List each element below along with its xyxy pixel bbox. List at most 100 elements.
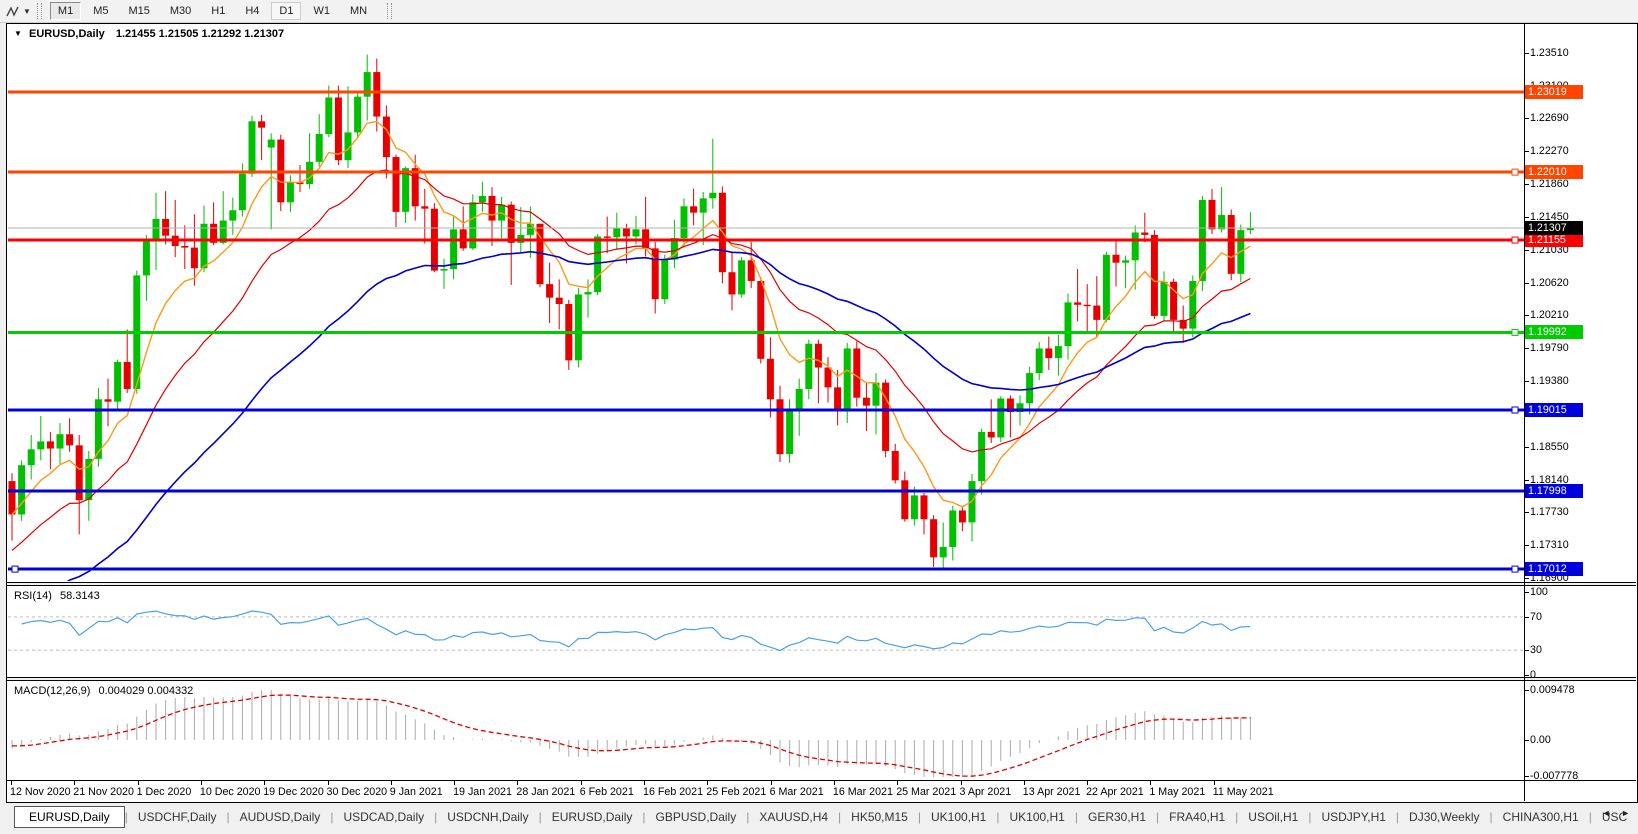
- toolbar-grip[interactable]: [37, 3, 42, 19]
- timeframe-M1[interactable]: M1: [50, 2, 81, 20]
- tab-scroll-right-icon[interactable]: ►: [1621, 808, 1634, 818]
- price-tick: 1.20620: [1530, 276, 1569, 290]
- tab-eurusd-daily-0[interactable]: EURUSD,Daily: [14, 806, 125, 828]
- price-tick-mark: [1524, 315, 1529, 316]
- price-tick-mark: [1524, 381, 1529, 382]
- tab-dj30-weekly-15[interactable]: DJ30,Weekly: [1399, 807, 1489, 827]
- date-label: 16 Feb 2021: [643, 786, 703, 798]
- price-tick-mark: [1524, 184, 1529, 185]
- timeframe-D1[interactable]: D1: [271, 2, 301, 20]
- date-label: 6 Mar 2021: [770, 786, 824, 798]
- tab-fra40-h1-12[interactable]: FRA40,H1: [1159, 807, 1235, 827]
- cursor-tool-icon[interactable]: [5, 4, 20, 19]
- price-tick: 1.17730: [1530, 505, 1569, 519]
- date-label: 25 Mar 2021: [896, 786, 956, 798]
- date-tick-mark: [264, 781, 265, 785]
- macd-canvas[interactable]: [8, 681, 1524, 779]
- date-label: 12 Nov 2020: [10, 786, 71, 798]
- macd-label: MACD(12,26,9): [14, 685, 90, 697]
- date-tick-mark: [897, 781, 898, 785]
- date-label: 22 Apr 2021: [1086, 786, 1144, 798]
- timeframe-W1[interactable]: W1: [305, 2, 338, 20]
- date-label: 21 Nov 2020: [73, 786, 134, 798]
- current-price-label: 1.21307: [1525, 221, 1583, 235]
- date-label: 6 Feb 2021: [580, 786, 634, 798]
- macd-bottom-border: [7, 780, 1636, 781]
- date-label: 19 Jan 2021: [453, 786, 512, 798]
- date-tick-mark: [201, 781, 202, 785]
- macd-tick: 0.00: [1530, 733, 1551, 747]
- chart-title-symbol: EURUSD,Daily: [29, 28, 105, 40]
- price-tick-mark: [1524, 512, 1529, 513]
- macd-tick: -0.007778: [1530, 769, 1578, 783]
- price-line-label: 1.22010: [1525, 165, 1583, 179]
- date-label: 16 Mar 2021: [833, 786, 893, 798]
- date-tick-mark: [834, 781, 835, 785]
- tab-uk100-h1-10[interactable]: UK100,H1: [999, 807, 1074, 827]
- date-tick-mark: [1214, 781, 1215, 785]
- price-tick-mark: [1524, 53, 1529, 54]
- date-tick-mark: [1024, 781, 1025, 785]
- price-tick-mark: [1524, 217, 1529, 218]
- tab-usoil-h1-13[interactable]: USOil,H1: [1238, 807, 1308, 827]
- rsi-tick: 70: [1530, 610, 1542, 624]
- tab-scroll-left-icon[interactable]: ◄: [1602, 808, 1615, 818]
- tab-ger30-h1-11[interactable]: GER30,H1: [1078, 807, 1156, 827]
- timeframe-H4[interactable]: H4: [237, 2, 267, 20]
- timeframe-H1[interactable]: H1: [203, 2, 233, 20]
- date-tick-mark: [644, 781, 645, 785]
- chart-title-ohlc: 1.21455 1.21505 1.21292 1.21307: [116, 28, 284, 40]
- rsi-value: 58.3143: [60, 590, 100, 602]
- rsi-tick: 0: [1530, 668, 1536, 682]
- rsi-tick-mark: [1524, 592, 1529, 593]
- cursor-tool-dropdown-icon[interactable]: ▼: [23, 7, 31, 16]
- tab-china300-h1-16[interactable]: CHINA300,H1: [1493, 807, 1589, 827]
- rsi-tick-mark: [1524, 650, 1529, 651]
- tab-usdchf-daily-1[interactable]: USDCHF,Daily: [128, 807, 227, 827]
- date-tick-mark: [11, 781, 12, 785]
- price-tick: 1.17310: [1530, 538, 1569, 552]
- date-tick-mark: [328, 781, 329, 785]
- symbol-dropdown-icon[interactable]: ▼: [14, 29, 22, 38]
- price-line-label: 1.19992: [1525, 325, 1583, 339]
- date-label: 13 Apr 2021: [1023, 786, 1081, 798]
- timeframe-M15[interactable]: M15: [120, 2, 157, 20]
- macd-tick: 0.009478: [1530, 683, 1575, 697]
- price-line-label: 1.17998: [1525, 484, 1583, 498]
- rsi-tick-mark: [1524, 675, 1529, 676]
- price-tick: 1.23510: [1530, 46, 1569, 60]
- tab-xauusd-h4-7[interactable]: XAUUSD,H4: [749, 807, 838, 827]
- timeframe-M30[interactable]: M30: [162, 2, 199, 20]
- tab-usdcnh-daily-4[interactable]: USDCNH,Daily: [437, 807, 538, 827]
- main-chart-canvas[interactable]: [8, 24, 1524, 581]
- date-tick-mark: [517, 781, 518, 785]
- tab-uk100-h1-9[interactable]: UK100,H1: [921, 807, 996, 827]
- tab-eurusd-daily-5[interactable]: EURUSD,Daily: [542, 807, 643, 827]
- toolbar: ▼ M1M5M15 M30H1H4D1W1MN: [0, 0, 1638, 23]
- rsi-header: RSI(14) 58.3143: [14, 590, 100, 602]
- price-tick-mark: [1524, 348, 1529, 349]
- date-label: 10 Dec 2020: [200, 786, 261, 798]
- date-tick-mark: [707, 781, 708, 785]
- rsi-tick-mark: [1524, 617, 1529, 618]
- tab-hk50-m15-8[interactable]: HK50,M15: [841, 807, 918, 827]
- price-line-label: 1.17012: [1525, 562, 1583, 576]
- price-tick: 1.22690: [1530, 111, 1569, 125]
- tab-audusd-daily-2[interactable]: AUDUSD,Daily: [230, 807, 331, 827]
- date-tick-mark: [1087, 781, 1088, 785]
- tab-gbpusd-daily-6[interactable]: GBPUSD,Daily: [646, 807, 747, 827]
- macd-header: MACD(12,26,9) 0.004029 0.004332: [14, 685, 193, 697]
- tab-scroll-arrows: ◄ ►: [1602, 808, 1634, 818]
- chart-title: ▼ EURUSD,Daily 1.21455 1.21505 1.21292 1…: [14, 28, 284, 40]
- tab-usdcad-daily-3[interactable]: USDCAD,Daily: [333, 807, 434, 827]
- price-tick: 1.19380: [1530, 374, 1569, 388]
- timeframe-MN[interactable]: MN: [342, 2, 375, 20]
- date-label: 25 Feb 2021: [706, 786, 766, 798]
- date-tick-mark: [454, 781, 455, 785]
- timeframe-M5[interactable]: M5: [85, 2, 116, 20]
- toolbar-grip-2[interactable]: [387, 3, 392, 19]
- rsi-canvas[interactable]: [8, 586, 1524, 676]
- date-label: 1 May 2021: [1149, 786, 1205, 798]
- tab-usdjpy-h1-14[interactable]: USDJPY,H1: [1311, 807, 1395, 827]
- price-tick-mark: [1524, 250, 1529, 251]
